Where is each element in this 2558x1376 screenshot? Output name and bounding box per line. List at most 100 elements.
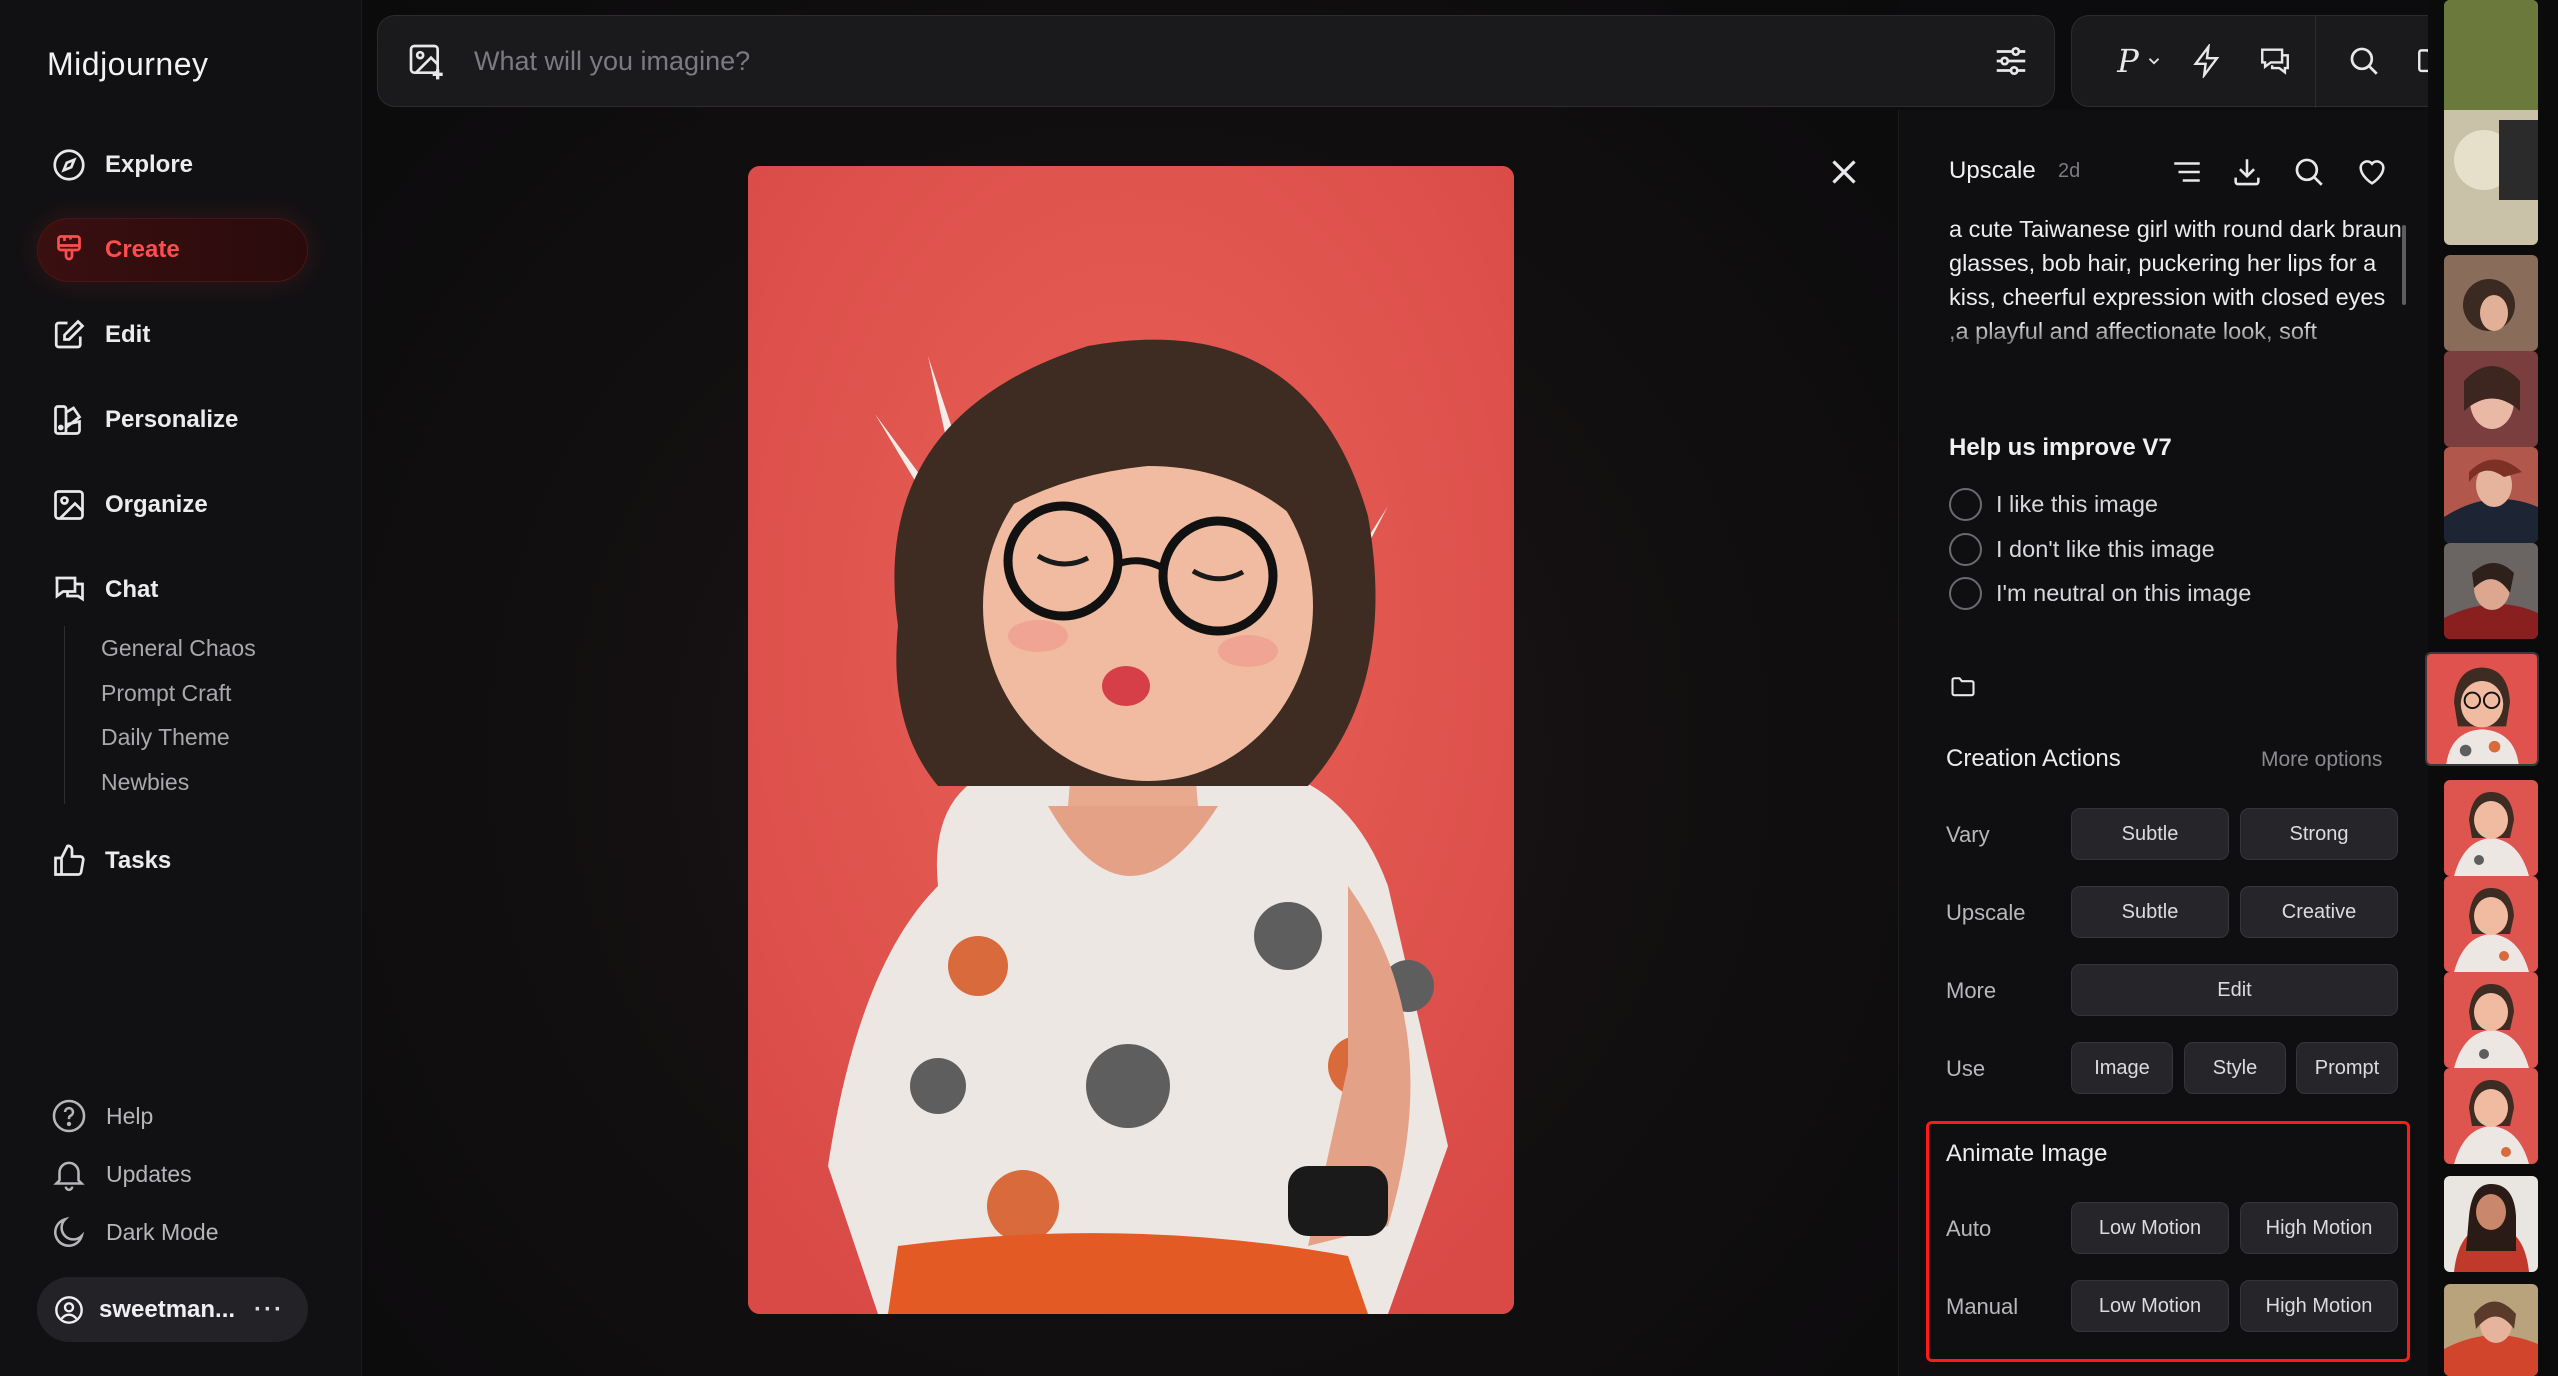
search-icon[interactable] [2292, 155, 2326, 189]
user-menu[interactable]: sweetman... ··· [37, 1277, 308, 1342]
chat-room-general-chaos[interactable]: General Chaos [101, 626, 256, 671]
chat-mode-button[interactable] [2255, 41, 2295, 81]
use-style-button[interactable]: Style [2184, 1042, 2286, 1094]
thumbnail[interactable] [2444, 1068, 2538, 1164]
sidebar-item-chat[interactable]: Chat [37, 558, 308, 622]
user-avatar-icon [55, 1295, 83, 1324]
manual-high-motion-button[interactable]: High Motion [2240, 1280, 2398, 1332]
feedback-option-neutral[interactable]: I'm neutral on this image [1949, 577, 2251, 610]
gallery-icon [54, 490, 84, 520]
download-icon[interactable] [2230, 155, 2264, 189]
search-icon [2350, 47, 2378, 75]
thumbnail[interactable] [2444, 447, 2538, 543]
thumbnail[interactable] [2444, 876, 2538, 972]
feedback-label: I like this image [1996, 491, 2158, 517]
prompt-input[interactable]: What will you imagine? [474, 46, 750, 77]
settings-sliders-icon[interactable] [1992, 42, 2030, 80]
updates-link[interactable]: Updates [50, 1155, 192, 1193]
upscale-label: Upscale [1946, 900, 2026, 925]
use-prompt-button[interactable]: Prompt [2296, 1042, 2398, 1094]
generated-image[interactable] [748, 166, 1514, 1314]
auto-label: Auto [1946, 1216, 1992, 1241]
sidebar-item-explore[interactable]: Explore [37, 133, 308, 197]
top-toolbar: P [2071, 15, 2481, 108]
feedback-label: I don't like this image [1996, 536, 2215, 562]
chevron-down-icon [2148, 58, 2159, 65]
vary-strong-button[interactable]: Strong [2240, 808, 2398, 860]
chat-room-newbies[interactable]: Newbies [101, 760, 256, 805]
sidebar-item-edit[interactable]: Edit [37, 303, 308, 367]
more-options-icon[interactable]: ··· [254, 1296, 284, 1324]
chat-icon [55, 576, 84, 602]
vary-subtle-button[interactable]: Subtle [2071, 808, 2229, 860]
thumbnail[interactable] [2444, 1284, 2538, 1376]
sidebar-item-label: Tasks [105, 847, 172, 874]
moon-icon [54, 1216, 85, 1247]
manual-low-motion-button[interactable]: Low Motion [2071, 1280, 2229, 1332]
add-image-icon[interactable] [406, 41, 446, 81]
thumbnail[interactable] [2444, 780, 2538, 876]
chat-room-daily-theme[interactable]: Daily Theme [101, 715, 256, 760]
sidebar-item-label: Create [105, 236, 180, 263]
list-icon[interactable] [2170, 155, 2204, 189]
thumbnail[interactable] [2444, 255, 2538, 351]
thumbnail[interactable] [2444, 1176, 2538, 1272]
thumbnail-selected[interactable] [2425, 652, 2539, 766]
creation-actions-title: Creation Actions [1946, 745, 2121, 772]
upscale-creative-button[interactable]: Creative [2240, 886, 2398, 938]
dark-mode-toggle[interactable]: Dark Mode [50, 1213, 218, 1251]
more-options-link[interactable]: More options [2261, 748, 2382, 772]
detail-title: Upscale [1949, 157, 2036, 184]
chat-room-list: General Chaos Prompt Craft Daily Theme N… [64, 626, 256, 804]
radio-button[interactable] [1949, 488, 1982, 521]
toolbar-divider [2315, 16, 2316, 108]
folder-icon[interactable] [1949, 673, 1977, 701]
thumbs-up-icon [54, 844, 85, 876]
sidebar-item-label: Explore [105, 151, 194, 178]
prompt-text[interactable]: a cute Taiwanese girl with round dark br… [1949, 212, 2411, 360]
personalize-letter: P [2117, 42, 2139, 80]
thumbnail[interactable] [2444, 972, 2538, 1068]
thumbnail[interactable] [2444, 543, 2538, 639]
auto-low-motion-button[interactable]: Low Motion [2071, 1202, 2229, 1254]
manual-label: Manual [1946, 1294, 2019, 1319]
upscale-subtle-button[interactable]: Subtle [2071, 886, 2229, 938]
animate-image-title: Animate Image [1946, 1140, 2108, 1167]
edit-icon [54, 319, 85, 349]
heart-icon[interactable] [2355, 155, 2389, 189]
radio-button[interactable] [1949, 533, 1982, 566]
more-label: More [1946, 978, 1997, 1003]
sidebar-item-create[interactable]: Create [37, 218, 308, 282]
sidebar-item-organize[interactable]: Organize [37, 473, 308, 537]
feedback-option-like[interactable]: I like this image [1949, 488, 2158, 521]
vary-label: Vary [1946, 822, 1990, 847]
sidebar: Midjourney Explore Create Edit Personali… [0, 0, 362, 1376]
sidebar-item-label: Chat [105, 576, 159, 603]
help-label: Help [106, 1102, 154, 1129]
help-link[interactable]: Help [50, 1097, 153, 1135]
sidebar-item-label: Edit [105, 321, 151, 348]
chat-bubbles-icon [2261, 48, 2289, 75]
edit-button[interactable]: Edit [2071, 964, 2398, 1016]
chat-room-prompt-craft[interactable]: Prompt Craft [101, 671, 256, 716]
auto-high-motion-button[interactable]: High Motion [2240, 1202, 2398, 1254]
updates-label: Updates [106, 1160, 192, 1187]
thumbnail[interactable] [2444, 0, 2538, 245]
personalize-dropdown[interactable]: P [2110, 41, 2170, 81]
radio-button[interactable] [1949, 577, 1982, 610]
thumbnail[interactable] [2444, 351, 2538, 447]
feedback-label: I'm neutral on this image [1996, 580, 2252, 606]
sidebar-item-personalize[interactable]: Personalize [37, 388, 308, 452]
search-button[interactable] [2344, 41, 2384, 81]
username: sweetman... [99, 1295, 236, 1323]
speed-button[interactable] [2187, 41, 2227, 81]
brush-icon [57, 235, 81, 261]
use-image-button[interactable]: Image [2071, 1042, 2173, 1094]
use-label: Use [1946, 1056, 1986, 1081]
sidebar-item-tasks[interactable]: Tasks [37, 829, 308, 893]
close-icon[interactable] [1826, 154, 1862, 190]
prompt-scrollbar[interactable] [2402, 225, 2406, 305]
brand-logo[interactable]: Midjourney [47, 46, 209, 83]
feedback-option-dislike[interactable]: I don't like this image [1949, 533, 2215, 566]
dark-mode-label: Dark Mode [106, 1218, 219, 1245]
